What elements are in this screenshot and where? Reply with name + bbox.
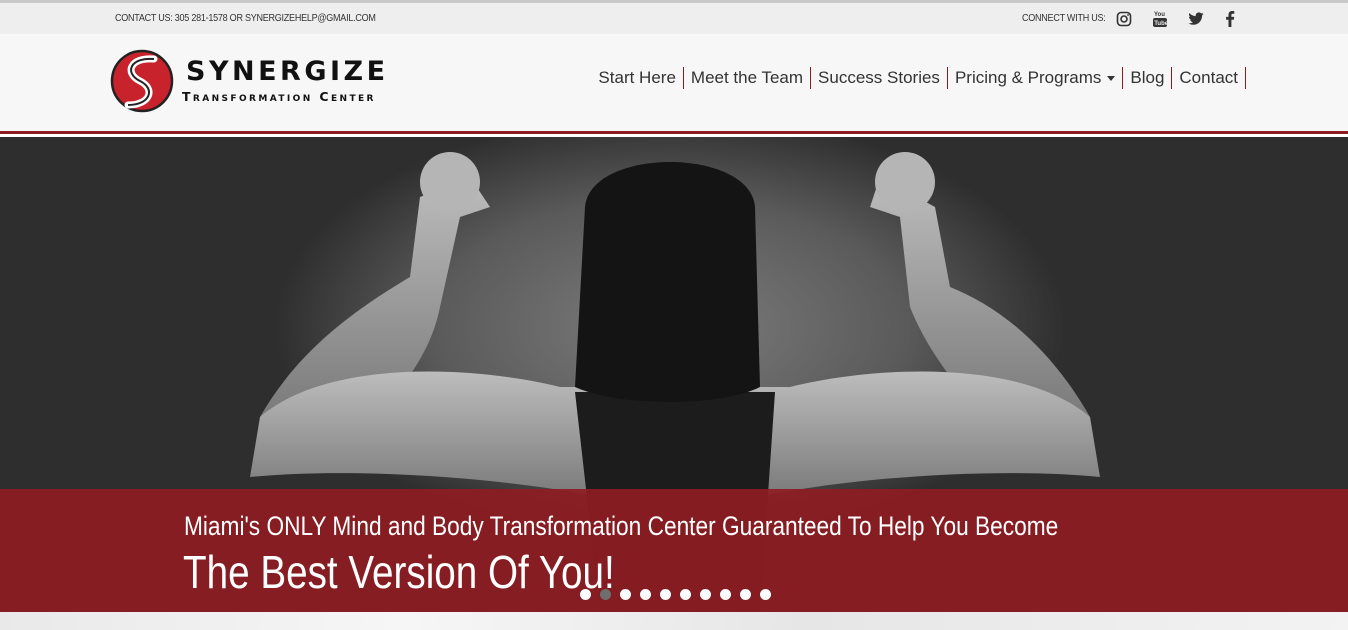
slide-dot[interactable] [700,589,711,600]
facebook-icon[interactable] [1220,9,1240,29]
slide-dot[interactable] [580,589,591,600]
slide-dot[interactable] [680,589,691,600]
twitter-icon[interactable] [1186,9,1206,29]
synergize-logo[interactable]: SYNERGIZE Transformation Center [110,49,440,115]
instagram-icon[interactable] [1114,9,1134,29]
slide-dot[interactable] [620,589,631,600]
site-header: SYNERGIZE Transformation Center Start He… [0,34,1348,134]
contact-info: CONTACT US: 305 281-1578 OR SYNERGIZEHEL… [115,12,376,24]
nav-meet-the-team[interactable]: Meet the Team [684,67,812,89]
nav-blog[interactable]: Blog [1123,67,1173,89]
nav-contact[interactable]: Contact [1172,67,1246,89]
youtube-icon[interactable]: You Tube [1150,9,1170,29]
slide-dot[interactable] [640,589,651,600]
logo-title: SYNERGIZE [186,56,389,87]
hero-banner: Miami's ONLY Mind and Body Transformatio… [0,489,1348,612]
slider-pagination [580,589,771,600]
logo-subtitle: Transformation Center [182,89,376,104]
nav-success-stories[interactable]: Success Stories [811,67,948,89]
slide-dot[interactable] [760,589,771,600]
nav-start-here[interactable]: Start Here [591,67,684,89]
section-divider [0,612,1348,630]
hero-slider: Miami's ONLY Mind and Body Transformatio… [0,137,1348,612]
svg-text:Tube: Tube [1154,21,1168,27]
slide-dot[interactable] [720,589,731,600]
slide-dot[interactable] [740,589,751,600]
chevron-down-icon [1107,76,1116,82]
slide-dot[interactable] [660,589,671,600]
svg-text:You: You [1154,12,1165,18]
hero-tagline: The Best Version Of You! [183,546,615,598]
nav-pricing-programs[interactable]: Pricing & Programs [948,67,1124,89]
top-contact-bar: CONTACT US: 305 281-1578 OR SYNERGIZEHEL… [0,0,1348,34]
main-nav: Start Here Meet the Team Success Stories… [591,67,1246,89]
logo-mark-icon [110,49,174,113]
slide-dot-active[interactable] [600,589,611,600]
connect-label: CONNECT WITH US: [1022,12,1106,24]
hero-headline: Miami's ONLY Mind and Body Transformatio… [184,511,1059,541]
